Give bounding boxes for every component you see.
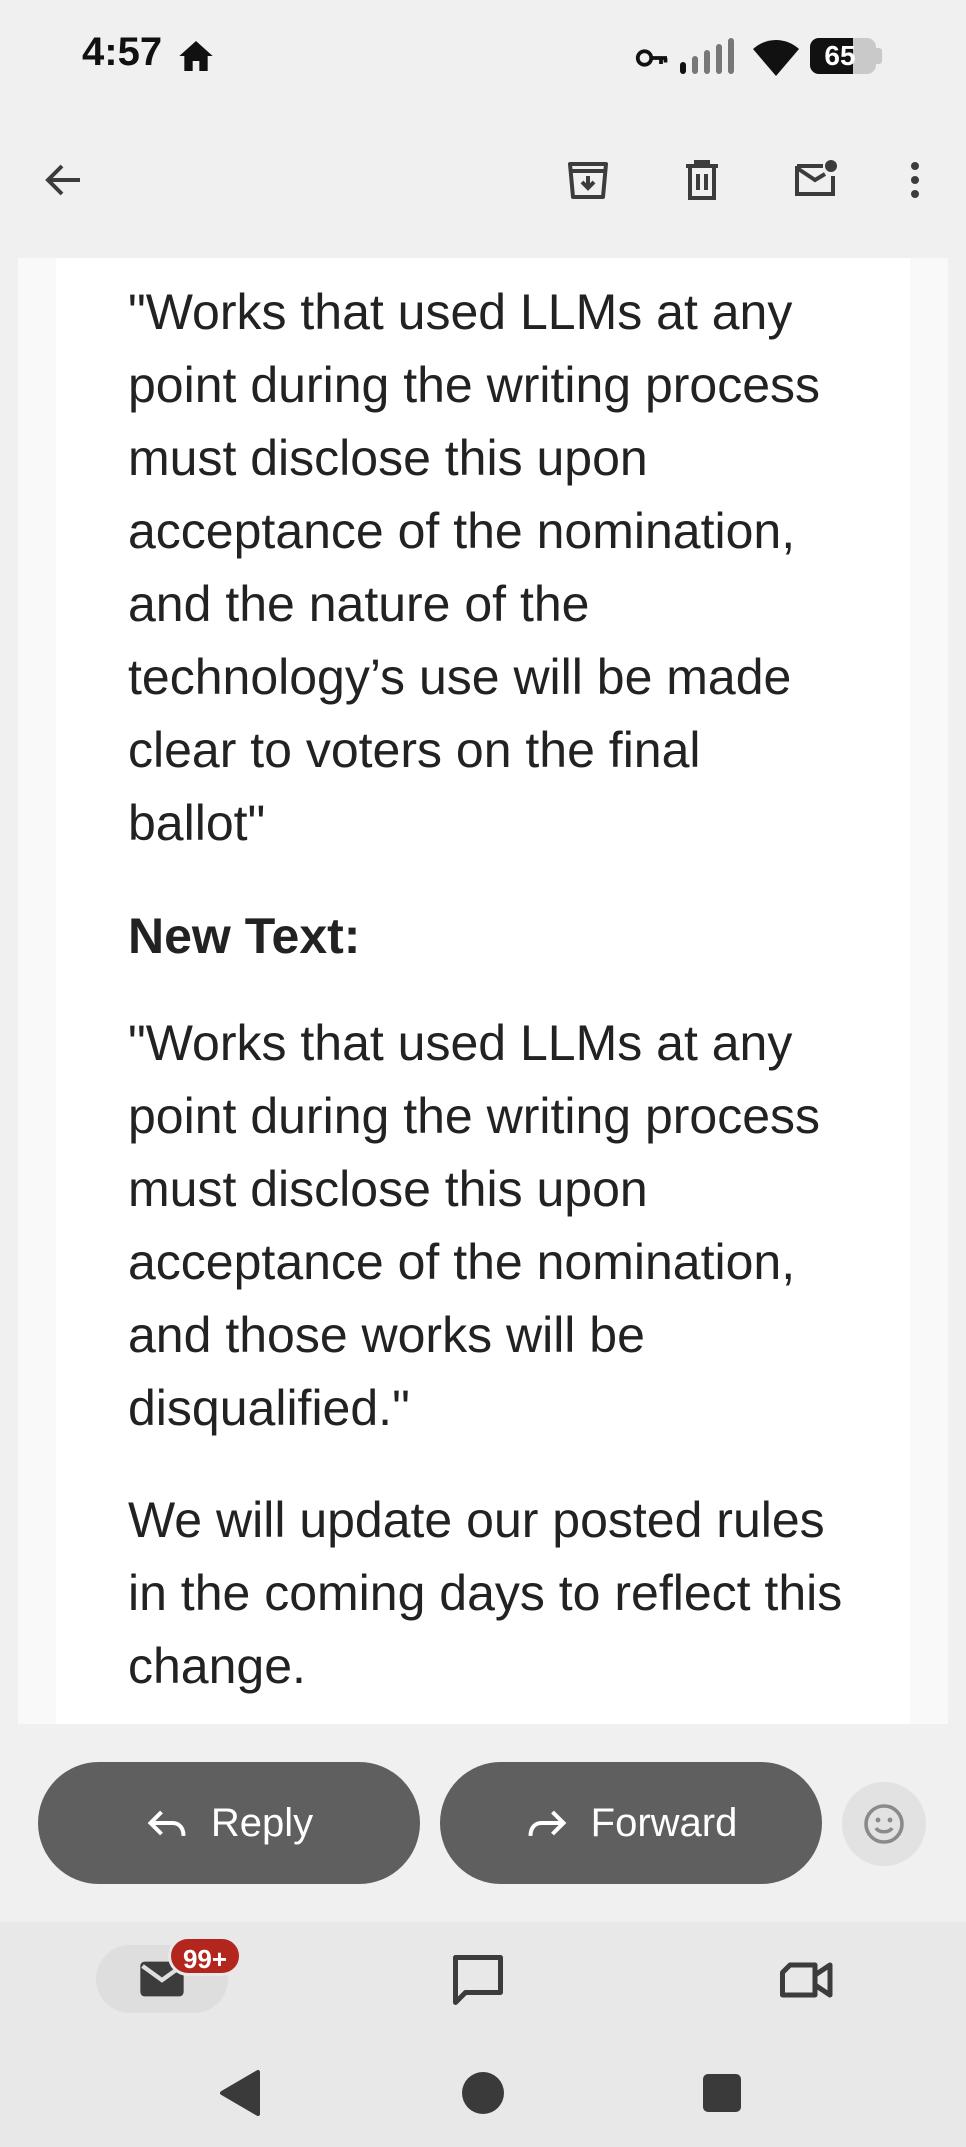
old-rule-text: "Works that used LLMs at any point durin…: [128, 284, 821, 851]
recents-square-icon[interactable]: [703, 2074, 741, 2112]
vpn-key-icon: [635, 49, 668, 67]
mark-unread-icon[interactable]: [779, 144, 851, 216]
wifi-icon: [753, 40, 799, 76]
back-arrow-icon[interactable]: [28, 144, 100, 216]
battery-icon: 65: [810, 38, 882, 74]
reply-button[interactable]: Reply: [38, 1762, 420, 1884]
forward-button[interactable]: Forward: [440, 1762, 822, 1884]
signal-icon: [680, 38, 734, 74]
archive-icon[interactable]: [552, 144, 624, 216]
add-reaction-icon: [864, 1804, 904, 1844]
more-vert-icon[interactable]: [879, 144, 951, 216]
status-bar: 4:57 65: [0, 0, 966, 110]
delete-icon[interactable]: [666, 144, 738, 216]
new-rule-text: "Works that used LLMs at any point durin…: [128, 1015, 821, 1436]
home-circle-icon[interactable]: [462, 2072, 504, 2114]
chat-icon[interactable]: [448, 1950, 508, 2010]
closing-text: We will update our posted rules in the c…: [128, 1492, 843, 1694]
reply-label: Reply: [210, 1800, 314, 1845]
meet-icon[interactable]: [774, 1950, 836, 2010]
reply-icon: [147, 1810, 186, 1836]
forward-label: Forward: [590, 1800, 738, 1845]
mail-unread-badge: 99+: [168, 1936, 242, 1976]
back-triangle-icon[interactable]: [218, 2068, 264, 2118]
home-icon: [179, 41, 213, 71]
new-text-heading: New Text:: [128, 908, 361, 964]
add-reaction-button[interactable]: [842, 1782, 926, 1866]
forward-icon: [528, 1810, 566, 1836]
battery-level: 65: [824, 40, 856, 71]
email-toolbar: [0, 110, 966, 258]
status-time: 4:57: [82, 30, 163, 74]
